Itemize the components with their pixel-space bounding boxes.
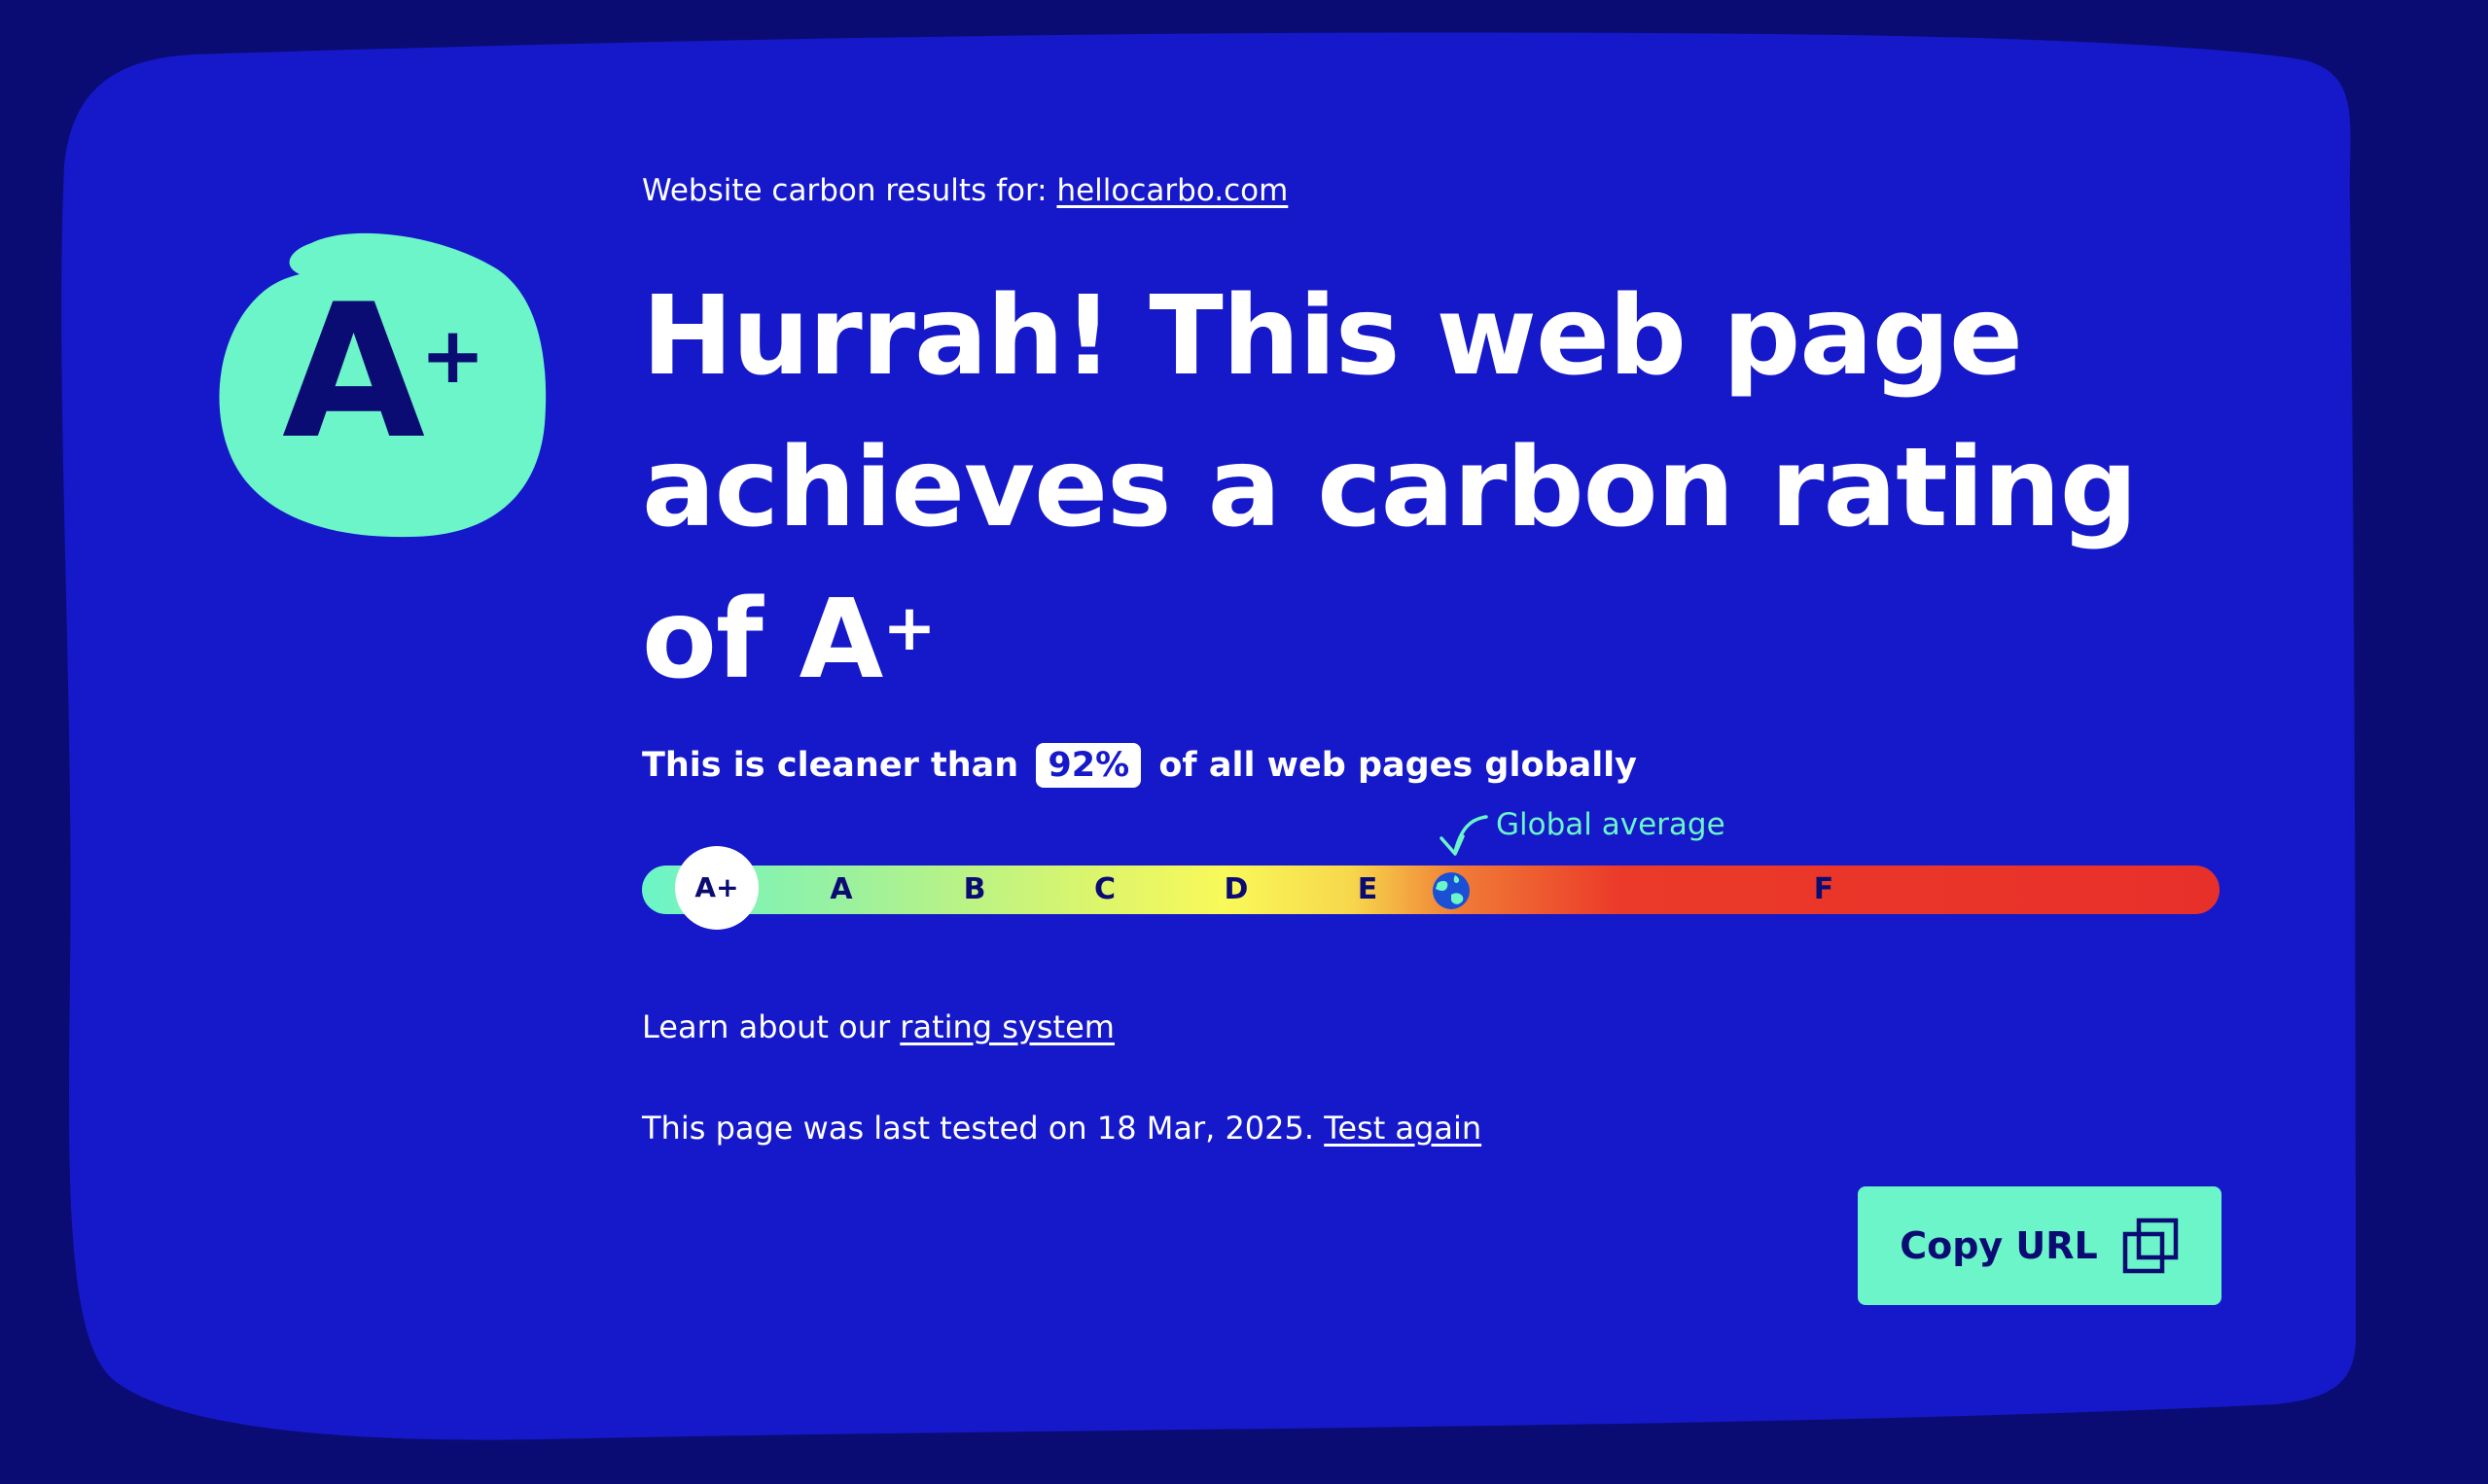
scale-grade-f: F (1813, 872, 1834, 906)
current-grade-marker: A+ (675, 846, 759, 930)
scale-grade-d: D (1224, 872, 1249, 906)
rating-scale-bar (642, 866, 2220, 914)
copy-url-label: Copy URL (1900, 1224, 2098, 1267)
curved-arrow-icon (1439, 815, 1488, 856)
scale-grade-a: A (830, 872, 853, 906)
globe-icon (1433, 872, 1470, 909)
learn-prefix: Learn about our (642, 1008, 901, 1045)
results-subtitle: Website carbon results for: hellocarbo.c… (642, 171, 1288, 210)
scale-grade-c: C (1093, 872, 1117, 906)
percentage-badge: 92% (1036, 743, 1142, 788)
site-link[interactable]: hellocarbo.com (1056, 173, 1288, 208)
copy-url-button[interactable]: Copy URL (1858, 1186, 2221, 1305)
scale-grade-e: E (1357, 872, 1378, 906)
comparison-suffix: of all web pages globally (1158, 746, 1637, 785)
headline-grade-modifier: + (882, 590, 936, 665)
scale-grade-b: B (963, 872, 986, 906)
rating-system-link[interactable]: rating system (900, 1008, 1115, 1045)
learn-rating-text: Learn about our rating system (642, 1007, 1115, 1046)
badge-grade-letter: A (282, 265, 425, 479)
test-again-link[interactable]: Test again (1324, 1110, 1481, 1147)
headline-grade-letter: A (799, 577, 884, 703)
global-average-label: Global average (1496, 807, 1725, 842)
comparison-text: This is cleaner than 92% of all web page… (642, 739, 1637, 792)
tested-prefix: This page was last tested on 18 Mar, 202… (642, 1110, 1325, 1147)
comparison-prefix: This is cleaner than (642, 746, 1019, 785)
page-title: Hurrah! This web page achieves a carbon … (642, 261, 2218, 731)
last-tested-text: This page was last tested on 18 Mar, 202… (642, 1109, 1481, 1148)
copy-icon (2122, 1218, 2179, 1274)
results-prefix: Website carbon results for: (642, 173, 1057, 208)
badge-grade-modifier: + (420, 310, 486, 401)
